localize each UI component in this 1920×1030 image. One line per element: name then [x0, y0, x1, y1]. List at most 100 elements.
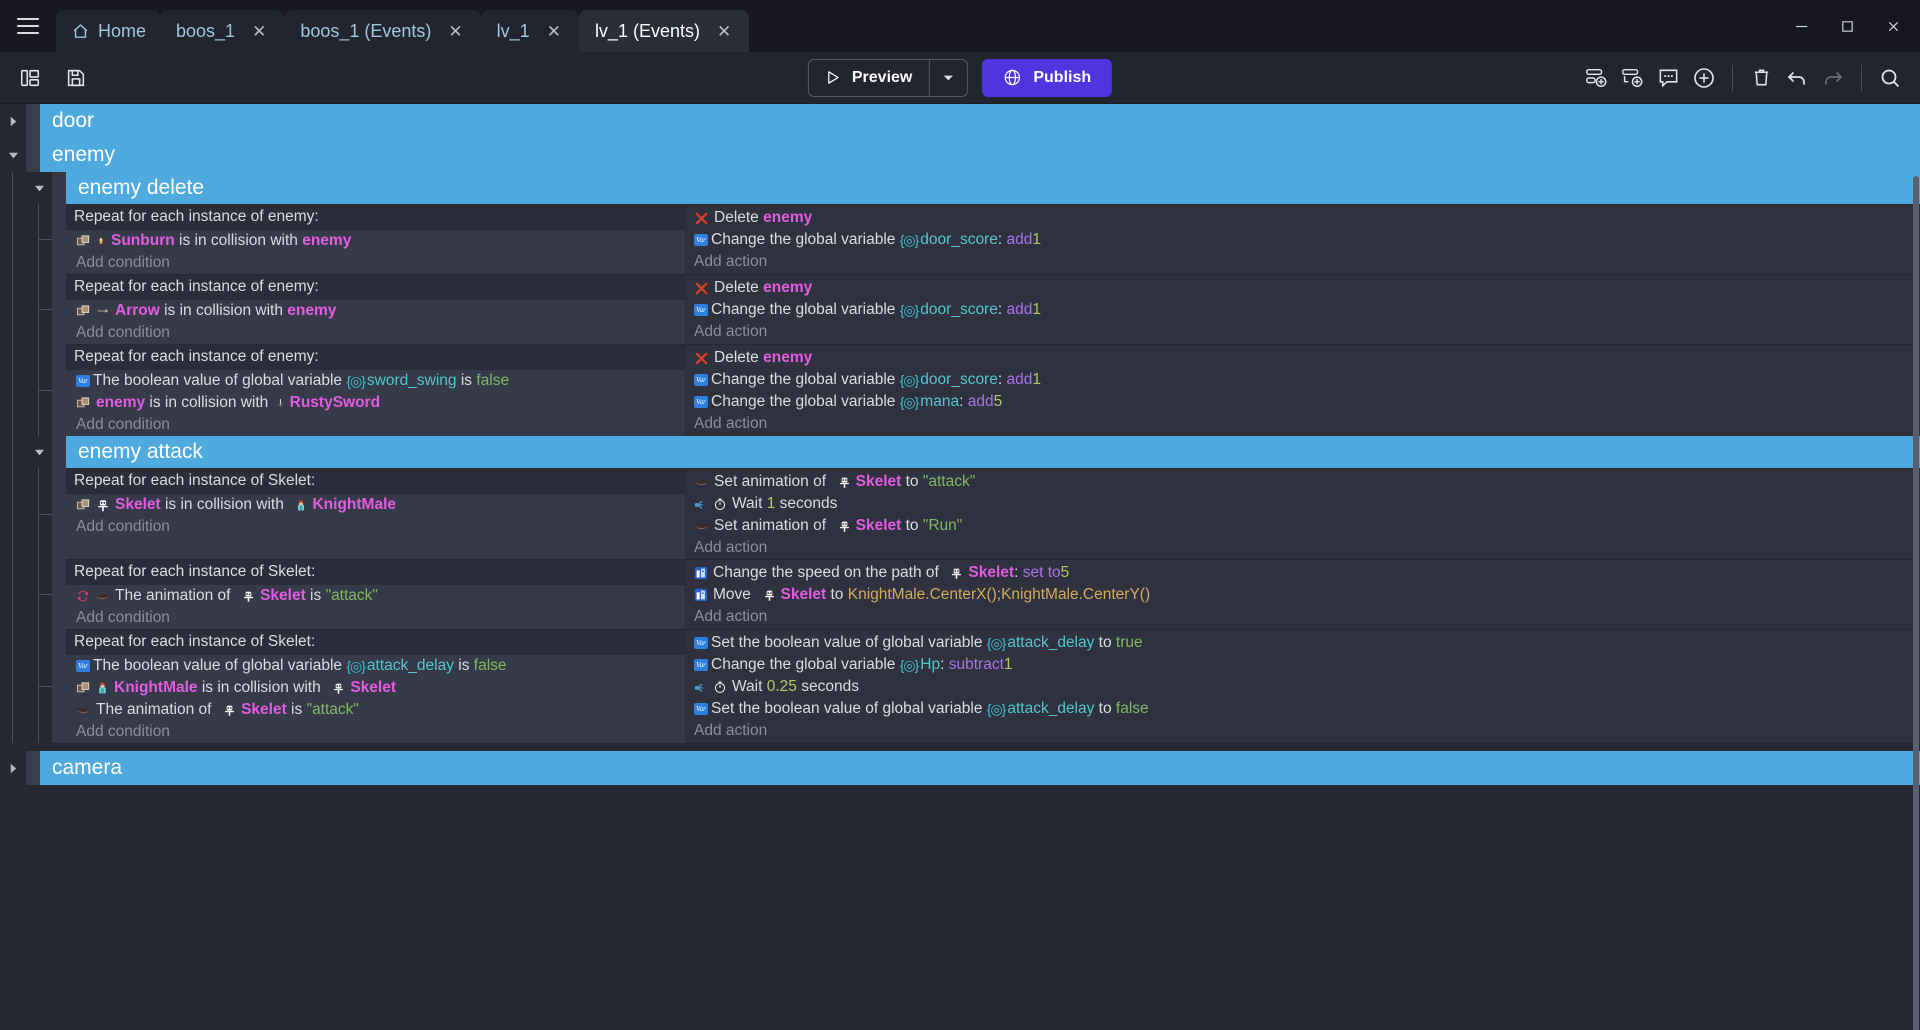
drag-handle[interactable] [26, 751, 40, 785]
add-action-button[interactable]: Add action [686, 251, 1920, 273]
number-token[interactable]: 5 [1061, 562, 1070, 584]
add-icon[interactable] [1688, 62, 1720, 94]
object-token[interactable]: enemy [302, 230, 351, 252]
action-row[interactable]: Wait 1 seconds [686, 493, 1920, 515]
event-row[interactable]: Repeat for each instance of enemy:Arrow … [0, 274, 1920, 344]
action-row[interactable]: VarChange the global variable {◎}door_sc… [686, 229, 1920, 251]
conditions-column[interactable]: Repeat for each instance of Skelet:Skele… [66, 469, 686, 559]
operator-token[interactable]: add [968, 391, 994, 413]
string-token[interactable]: "attack" [326, 585, 378, 607]
drag-handle[interactable] [52, 559, 66, 629]
add-action-button[interactable]: Add action [686, 537, 1920, 559]
number-token[interactable]: 1 [1004, 654, 1013, 676]
event-block[interactable]: Repeat for each instance of Skelet:Skele… [66, 468, 1920, 559]
condition-row[interactable]: The animation of Skelet is "attack" [66, 699, 685, 721]
number-token[interactable]: 1 [767, 493, 776, 515]
action-row[interactable]: VarSet the boolean value of global varia… [686, 698, 1920, 720]
condition-row[interactable]: VarThe boolean value of global variable … [66, 655, 685, 677]
add-action-button[interactable]: Add action [686, 413, 1920, 435]
action-row[interactable]: Change the speed on the path of Skelet: … [686, 562, 1920, 584]
variable-token[interactable]: attack_delay [1007, 698, 1094, 720]
add-condition-button[interactable]: Add condition [66, 516, 685, 538]
variable-token[interactable]: door_score [920, 229, 998, 251]
condition-row[interactable]: Sunburn is in collision with enemy [66, 230, 685, 252]
action-row[interactable]: Wait 0.25 seconds [686, 676, 1920, 698]
collapse-triangle-down-icon[interactable] [26, 436, 52, 468]
string-token[interactable]: "attack" [307, 699, 359, 721]
object-token[interactable]: Skelet [968, 562, 1014, 584]
action-row[interactable]: VarChange the global variable {◎}door_sc… [686, 369, 1920, 391]
operator-token[interactable]: add [1006, 369, 1032, 391]
main-menu-icon[interactable] [0, 0, 56, 52]
close-icon[interactable]: ✕ [543, 21, 565, 42]
group-title-camera[interactable]: camera [40, 751, 1920, 785]
close-icon[interactable]: ✕ [444, 21, 466, 42]
add-condition-button[interactable]: Add condition [66, 721, 685, 743]
group-row-camera[interactable]: camera [0, 751, 1920, 785]
conditions-column[interactable]: Repeat for each instance of Skelet:VarTh… [66, 630, 686, 743]
group-row-enemy-attack[interactable]: enemy attack [0, 436, 1920, 468]
event-row[interactable]: Repeat for each instance of Skelet:VarTh… [0, 629, 1920, 743]
number-token[interactable]: 1 [1032, 229, 1041, 251]
actions-column[interactable]: Delete enemyVarChange the global variabl… [686, 275, 1920, 344]
drag-handle[interactable] [52, 204, 66, 274]
operator-token[interactable]: add [1006, 299, 1032, 321]
redo-icon[interactable] [1817, 62, 1849, 94]
condition-row[interactable]: VarThe boolean value of global variable … [66, 370, 685, 392]
group-row-enemy[interactable]: enemy [0, 138, 1920, 172]
object-token[interactable]: Skelet [856, 471, 902, 493]
tab-boos_1[interactable]: boos_1 ✕ [160, 10, 284, 52]
object-token[interactable]: enemy [763, 207, 812, 229]
close-icon[interactable]: ✕ [713, 21, 735, 42]
group-title-door[interactable]: door [40, 104, 1920, 138]
string-token[interactable]: "Run" [923, 515, 962, 537]
collapse-triangle-down-icon[interactable] [26, 172, 52, 204]
tab-lv_1[interactable]: lv_1 ✕ [481, 10, 579, 52]
object-token[interactable]: Skelet [781, 584, 827, 606]
condition-row[interactable]: Skelet is in collision with KnightMale [66, 494, 685, 516]
boolean-token[interactable]: true [1116, 632, 1143, 654]
action-row[interactable]: VarChange the global variable {◎}mana: a… [686, 391, 1920, 413]
variable-token[interactable]: attack_delay [1007, 632, 1094, 654]
scrollbar-thumb[interactable] [1913, 176, 1919, 1030]
event-row[interactable]: Repeat for each instance of Skelet:Skele… [0, 468, 1920, 559]
expression-token[interactable]: KnightMale.CenterX();KnightMale.CenterY(… [848, 584, 1150, 606]
event-block[interactable]: Repeat for each instance of Skelet:VarTh… [66, 629, 1920, 743]
drag-handle[interactable] [26, 138, 40, 172]
event-block[interactable]: Repeat for each instance of enemy:Arrow … [66, 274, 1920, 344]
variable-token[interactable]: mana [920, 391, 959, 413]
object-token[interactable]: Skelet [260, 585, 306, 607]
window-maximize-button[interactable] [1824, 6, 1870, 46]
add-condition-button[interactable]: Add condition [66, 252, 685, 274]
operator-token[interactable]: subtract [949, 654, 1004, 676]
window-close-button[interactable] [1870, 6, 1916, 46]
event-row[interactable]: Repeat for each instance of enemy:Sunbur… [0, 204, 1920, 274]
add-sub-event-icon[interactable] [1616, 62, 1648, 94]
number-token[interactable]: 5 [994, 391, 1003, 413]
group-row-enemy-delete[interactable]: enemy delete [0, 172, 1920, 204]
delete-icon[interactable] [1745, 62, 1777, 94]
object-token[interactable]: enemy [96, 392, 145, 414]
add-condition-button[interactable]: Add condition [66, 322, 685, 344]
operator-token[interactable]: add [1006, 229, 1032, 251]
actions-column[interactable]: Delete enemyVarChange the global variabl… [686, 205, 1920, 274]
undo-icon[interactable] [1781, 62, 1813, 94]
open-project-manager-icon[interactable] [14, 62, 46, 94]
actions-column[interactable]: Change the speed on the path of Skelet: … [686, 560, 1920, 629]
window-minimize-button[interactable] [1778, 6, 1824, 46]
condition-row[interactable]: The animation of Skelet is "attack" [66, 585, 685, 607]
add-action-button[interactable]: Add action [686, 720, 1920, 742]
tab-boos_1-events[interactable]: boos_1 (Events) ✕ [284, 10, 480, 52]
variable-token[interactable]: attack_delay [367, 655, 454, 677]
drag-handle[interactable] [52, 344, 66, 436]
event-sheet[interactable]: door enemy enemy delete Repeat for each … [0, 104, 1920, 1030]
tab-home[interactable]: Home [56, 10, 160, 52]
object-token[interactable]: Sunburn [111, 230, 175, 252]
preview-button[interactable]: Preview [809, 60, 929, 96]
actions-column[interactable]: Set animation of Skelet to "attack"Wait … [686, 469, 1920, 559]
object-token[interactable]: RustySword [290, 392, 380, 414]
add-action-button[interactable]: Add action [686, 321, 1920, 343]
object-token[interactable]: enemy [763, 277, 812, 299]
conditions-column[interactable]: Repeat for each instance of enemy:Sunbur… [66, 205, 686, 274]
actions-column[interactable]: Delete enemyVarChange the global variabl… [686, 345, 1920, 436]
